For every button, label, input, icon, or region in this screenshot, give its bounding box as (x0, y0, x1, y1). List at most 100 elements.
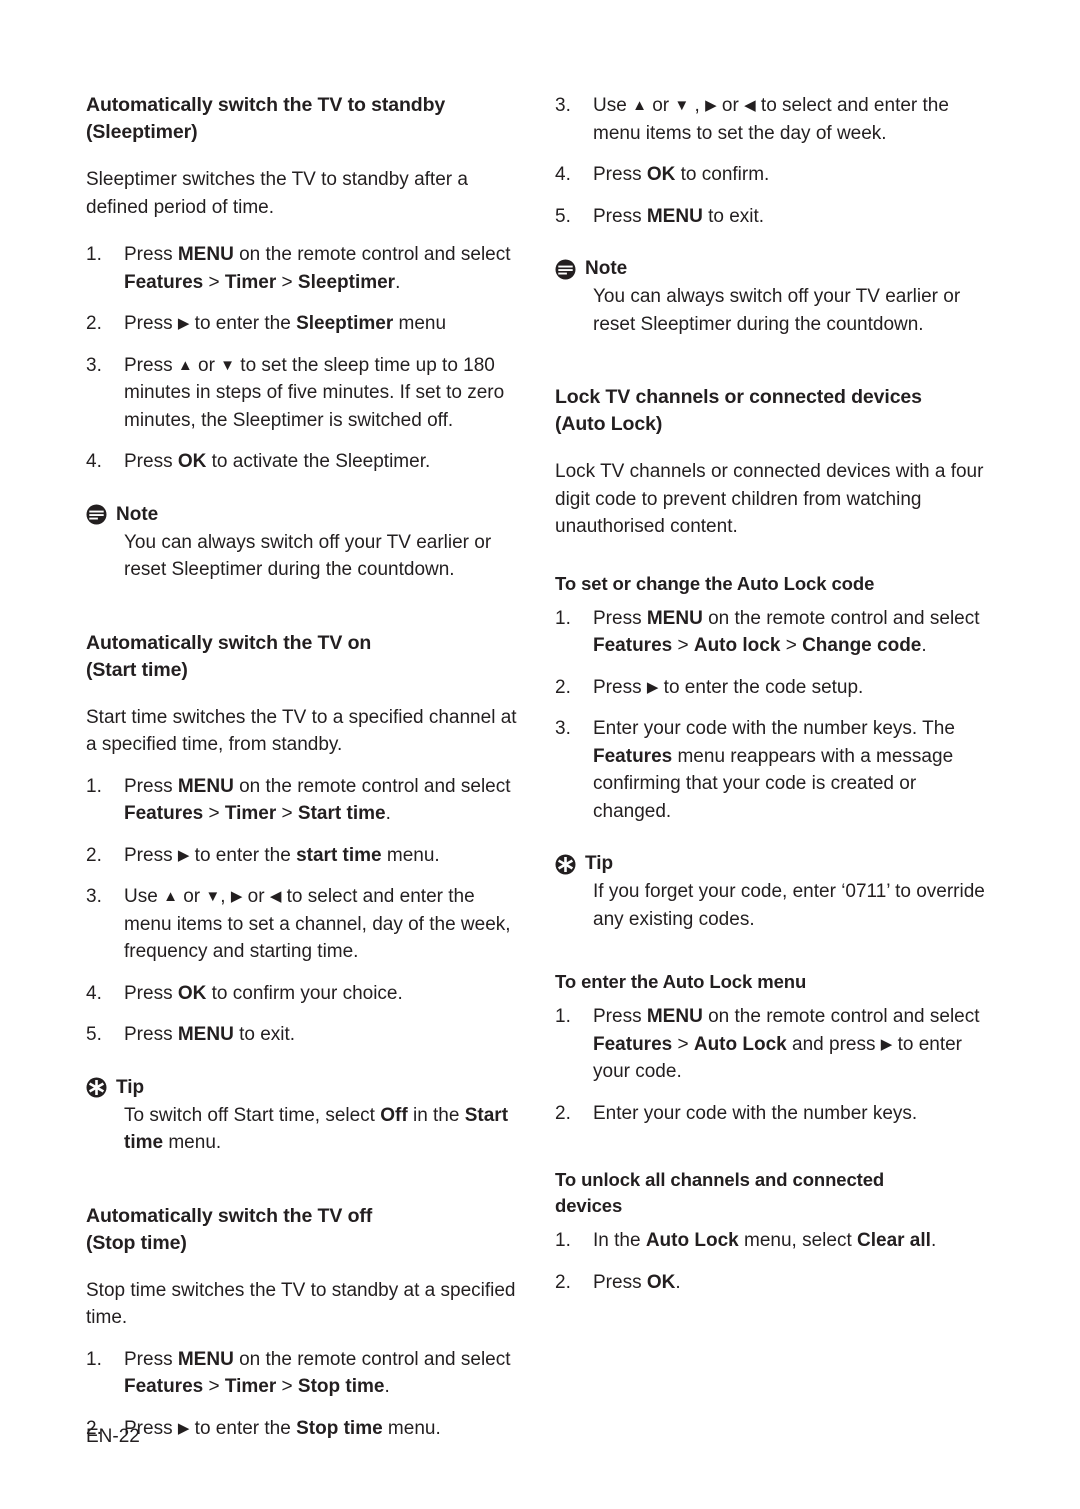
document-page: Automatically switch the TV to standby (… (0, 0, 1080, 1509)
body-text: . (395, 271, 401, 293)
callout-label: Note (585, 258, 628, 279)
step-text: Press ▶ to enter the Sleeptimer menu (124, 313, 446, 334)
step-number: 3. (86, 354, 102, 376)
emphasis-text: OK (177, 451, 207, 472)
arrow-glyph: ▼ (220, 356, 236, 374)
body-text: menu. (382, 1417, 441, 1439)
body-text: to enter the (189, 1417, 297, 1439)
emphasis-text: OK (646, 164, 676, 185)
step-number: 3. (555, 718, 571, 739)
arrow-glyph: ▶ (177, 1419, 190, 1437)
step-item: 3. Use ▲ or ▼, ▶ or ◀ to select and enter… (86, 883, 525, 966)
step-text: Press MENU on the remote control and sel… (124, 776, 511, 825)
callout-note-start-time: Note You can always switch off your TV e… (555, 256, 994, 338)
tip-icon (555, 854, 576, 875)
body-text: Enter your code with the number keys. Th… (593, 718, 955, 739)
note-icon (86, 504, 107, 525)
step-number: 2. (86, 313, 102, 334)
body-text: Press (124, 1348, 178, 1370)
step-item: 3. Enter your code with the number keys. … (555, 715, 994, 825)
callout-header: Note (86, 502, 525, 528)
step-item: 4. Press OK to activate the Sleeptimer. (86, 448, 525, 476)
body-text: to confirm your choice. (206, 982, 403, 1004)
emphasis-text: Auto Lock (693, 1033, 787, 1055)
steps-unlock: 1. In the Auto Lock menu, select Clear al… (555, 1227, 994, 1296)
body-text: Press (593, 1006, 647, 1027)
step-item: 4. Press OK to confirm. (555, 161, 994, 189)
step-number: 1. (555, 1006, 571, 1027)
steps-start-time: 1. Press MENU on the remote control and s… (86, 773, 525, 1049)
callout-header: Tip (86, 1075, 525, 1101)
body-text: to exit. (233, 1024, 296, 1045)
step-item: 1. Press MENU on the remote control and s… (86, 1346, 525, 1401)
body-text: In the (593, 1230, 646, 1251)
heading-line-2: (Stop time) (86, 1231, 187, 1254)
emphasis-text: Features (593, 1033, 673, 1055)
callout-body: If you forget your code, enter ‘0711’ to… (593, 881, 985, 930)
arrow-glyph: ◀ (744, 97, 756, 114)
body-text: > (276, 271, 298, 293)
body-text: to enter the (189, 844, 297, 866)
body-text: Press (124, 313, 178, 334)
subsection-heading-enter-menu: To enter the Auto Lock menu (555, 971, 807, 992)
emphasis-text: MENU (177, 1348, 234, 1370)
steps-enter-menu: 1. Press MENU on the remote control and s… (555, 1003, 994, 1127)
body-text: Press (593, 676, 647, 698)
arrow-glyph: ▶ (646, 678, 659, 696)
body-text: . (930, 1230, 937, 1251)
step-text: Enter your code with the number keys. (593, 1103, 917, 1124)
emphasis-text: Features (124, 1376, 204, 1397)
step-text: Press MENU on the remote control and sel… (124, 244, 511, 293)
body-text: , (689, 95, 706, 116)
step-number: 1. (86, 775, 102, 797)
body-text: . (675, 1271, 681, 1293)
section-heading-stop-time: Automatically switch the TV off (Stop ti… (86, 1203, 525, 1257)
body-text: to exit. (702, 205, 765, 227)
body-text: . (921, 635, 927, 656)
steps-stop-time: 1. Press MENU on the remote control and s… (86, 1346, 525, 1443)
step-number: 4. (555, 164, 571, 185)
step-text: Press OK. (593, 1272, 681, 1293)
arrow-glyph: ▶ (177, 315, 190, 332)
callout-label: Note (116, 503, 159, 525)
emphasis-text: Auto lock (693, 635, 781, 656)
arrow-glyph: ▶ (880, 1035, 893, 1053)
emphasis-text: start time (296, 844, 382, 866)
body-text: , (220, 886, 231, 907)
body-text: and press (786, 1033, 881, 1055)
emphasis-text: Timer (224, 803, 277, 824)
step-item: 1. Press MENU on the remote control and s… (86, 241, 525, 296)
arrow-glyph: ▲ (177, 356, 193, 374)
section-stop-time: Automatically switch the TV off (Stop ti… (86, 1203, 525, 1443)
step-text: Press MENU on the remote control and sel… (593, 608, 980, 657)
step-text: Press OK to confirm. (593, 164, 769, 185)
body-text: Press (593, 164, 647, 185)
right-column: 3. Use ▲ or ▼ , ▶ or ◀ to select and ente… (555, 92, 994, 1452)
heading-line-1: Automatically switch the TV off (86, 1204, 373, 1227)
heading-line-2: (Auto Lock) (555, 413, 663, 435)
body-text: on the remote control and select (233, 1348, 511, 1370)
callout-body: You can always switch off your TV earlie… (124, 531, 492, 581)
heading-line-1: Lock TV channels or connected devices (555, 386, 922, 408)
step-text: Use ▲ or ▼ , ▶ or ◀ to select and enter … (593, 95, 949, 144)
body-text: > (203, 1376, 225, 1397)
steps-sleeptimer: 1. Press MENU on the remote control and s… (86, 241, 525, 476)
emphasis-text: Features (593, 745, 673, 767)
step-item: 4. Press OK to confirm your choice. (86, 980, 525, 1008)
body-text: or (242, 886, 270, 907)
callout-header: Tip (555, 851, 994, 877)
body-text: menu (393, 313, 447, 334)
step-item: 3. Press ▲ or ▼ to set the sleep time up … (86, 352, 525, 435)
callout-note-sleeptimer: Note You can always switch off your TV e… (86, 502, 525, 584)
step-number: 2. (86, 844, 102, 866)
emphasis-text: Features (593, 635, 673, 656)
body-text: . (384, 1376, 390, 1397)
section-auto-lock: Lock TV channels or connected devices (A… (555, 384, 994, 1296)
emphasis-text: Change code (802, 635, 922, 656)
emphasis-text: MENU (646, 1006, 703, 1027)
left-column: Automatically switch the TV to standby (… (86, 92, 525, 1452)
